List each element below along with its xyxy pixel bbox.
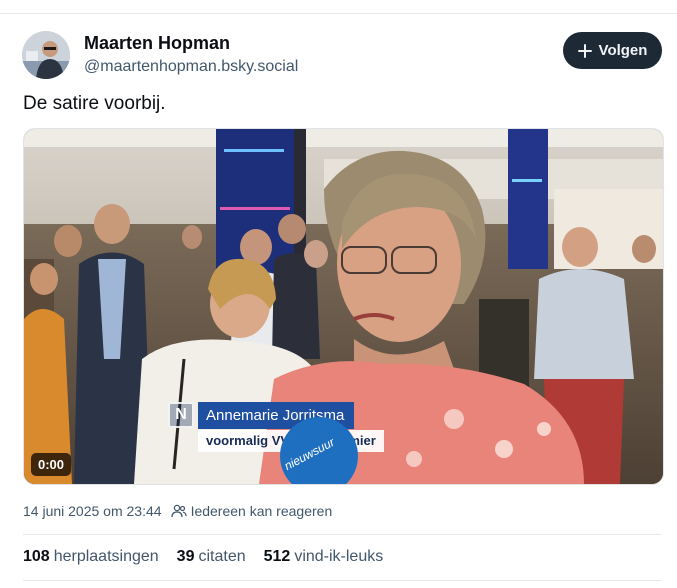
news-logo: N [168,402,194,428]
quotes-count: 39 [176,548,195,565]
reposts-label: herplaatsingen [53,548,159,565]
engagement-stats: 108 herplaatsingen 39 citaten 512 vind-ik-l… [23,548,401,566]
quotes-stat[interactable]: 39 citaten [177,548,246,566]
quotes-label: citaten [198,548,246,565]
video-duration-badge: 0:00 [31,453,72,476]
follow-button[interactable]: Volgen [563,32,662,69]
watermark-text: nieuwsuur [281,434,337,474]
author-handle[interactable]: @maartenhopman.bsky.social [84,58,298,76]
post-text: De satire voorbij. [23,93,166,114]
reply-setting[interactable]: Iedereen kan reageren [191,503,333,519]
likes-stat[interactable]: 512 vind-ik-leuks [264,548,384,566]
author-name[interactable]: Maarten Hopman [84,33,230,54]
people-icon [170,504,187,518]
stats-divider-top [23,534,662,535]
post-timestamp[interactable]: 14 juni 2025 om 23:44 [23,503,162,519]
top-divider [0,13,677,14]
stats-divider-bottom [23,580,662,581]
avatar[interactable] [22,31,70,79]
video-player[interactable]: N Annemarie Jorritsma voormalig VVD-vice… [23,128,664,485]
post-meta: 14 juni 2025 om 23:44 Iedereen kan reage… [23,503,332,519]
reposts-count: 108 [23,548,50,565]
likes-count: 512 [263,548,291,565]
nieuwsuur-watermark: nieuwsuur [280,417,358,484]
plus-icon [577,43,592,58]
reposts-stat[interactable]: 108 herplaatsingen [23,548,159,566]
likes-label: vind-ik-leuks [294,548,384,565]
follow-button-label: Volgen [598,42,648,59]
